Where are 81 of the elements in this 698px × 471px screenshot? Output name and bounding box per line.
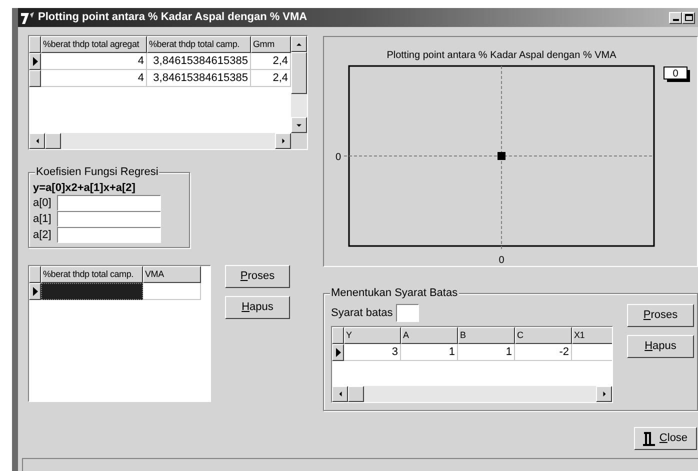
input-field[interactable]	[57, 211, 161, 227]
input-field[interactable]	[57, 227, 161, 243]
maximize-icon	[684, 14, 692, 21]
legend-label: 0	[672, 68, 678, 80]
grid-corner	[29, 266, 41, 283]
table-cell: 1	[401, 344, 458, 361]
column-header[interactable]: %berat thdp total agregat	[41, 36, 147, 53]
table-cell: 3,84615384615385	[147, 53, 251, 70]
maximize-button[interactable]	[682, 12, 695, 24]
column-header[interactable]: %berat thdp total camp.	[41, 266, 143, 283]
scroll-thumb[interactable]	[348, 386, 364, 402]
column-header[interactable]: Y	[344, 327, 401, 344]
horizontal-scrollbar[interactable]	[332, 386, 612, 402]
column-header[interactable]: VMA	[143, 266, 201, 283]
scroll-down-button[interactable]	[291, 117, 307, 133]
table-cell: 3	[344, 344, 401, 361]
action-button[interactable]: Hapus	[627, 335, 694, 358]
data-grid[interactable]: %berat thdp total agregat %berat thdp total camp. Gmm 4 3,84615384615385 2,4 4 3,84615384615385 2,4	[28, 35, 308, 150]
table-cell: 4	[41, 70, 147, 87]
scroll-corner	[291, 133, 307, 149]
column-header[interactable]: A	[401, 327, 458, 344]
table-cell: 3,84615384615385	[147, 70, 251, 87]
table-cell	[143, 283, 201, 300]
scroll-thumb[interactable]	[45, 133, 61, 149]
data-grid[interactable]: Y A B C X1 3 1 1 -2	[331, 326, 613, 403]
right-arrow-icon	[280, 137, 286, 145]
field-label: a[0]	[33, 196, 52, 211]
minimize-icon	[672, 18, 678, 20]
x-tick-label: 0	[498, 255, 504, 266]
app-icon	[20, 10, 36, 24]
data-point	[498, 152, 506, 160]
input-field[interactable]	[396, 304, 419, 322]
scroll-left-button[interactable]	[29, 133, 45, 149]
scroll-right-button[interactable]	[596, 386, 612, 402]
window-title: Plotting point antara % Kadar Aspal dengan % VMA	[38, 10, 308, 26]
action-button[interactable]: Close	[634, 427, 697, 450]
group-title: Menentukan Syarat Batas	[330, 286, 459, 300]
left-arrow-icon	[338, 390, 342, 398]
grid-corner	[29, 36, 41, 53]
table-cell: 4	[41, 53, 147, 70]
y-tick-label: 0	[335, 152, 341, 163]
row-indicator[interactable]	[29, 53, 41, 70]
horizontal-scrollbar[interactable]	[29, 133, 291, 149]
column-header[interactable]: %berat thdp total camp.	[147, 36, 251, 53]
left-arrow-icon	[34, 137, 40, 145]
table-cell: 1	[458, 344, 515, 361]
field-label: a[2]	[33, 228, 52, 243]
field-label: Syarat batas	[331, 306, 393, 321]
table-cell: -2	[515, 344, 572, 361]
up-arrow-icon	[295, 42, 303, 46]
action-button[interactable]: Proses	[225, 265, 290, 288]
scroll-up-button[interactable]	[291, 36, 307, 52]
row-pointer-icon	[32, 287, 38, 296]
formula-text: y=a[0]x2+a[1]x+a[2]	[33, 181, 136, 195]
row-indicator[interactable]	[332, 344, 344, 361]
row-indicator[interactable]	[29, 283, 41, 300]
scroll-right-button[interactable]	[275, 133, 291, 149]
group-title: Koefisien Fungsi Regresi	[35, 165, 160, 179]
column-header[interactable]: Gmm	[251, 36, 291, 53]
door-icon	[643, 432, 656, 446]
down-arrow-icon	[295, 122, 303, 128]
action-button[interactable]: Proses	[627, 304, 694, 327]
column-header[interactable]: C	[515, 327, 572, 344]
vertical-scrollbar[interactable]	[291, 36, 307, 133]
minimize-button[interactable]	[669, 12, 682, 24]
input-field[interactable]	[57, 195, 161, 211]
column-header[interactable]: X1	[572, 327, 612, 344]
action-button[interactable]: Hapus	[225, 296, 290, 319]
row-indicator[interactable]	[29, 70, 41, 87]
column-header[interactable]: B	[458, 327, 515, 344]
grid-corner	[332, 327, 344, 344]
row-pointer-icon	[336, 348, 340, 357]
scroll-left-button[interactable]	[332, 386, 348, 402]
right-arrow-icon	[602, 390, 606, 398]
table-cell: 2,4	[251, 53, 291, 70]
scroll-thumb[interactable]	[291, 52, 307, 94]
chart-title: Plotting point antara % Kadar Aspal dengan % VMA	[386, 50, 616, 61]
data-grid[interactable]: %berat thdp total camp. VMA	[28, 265, 211, 402]
row-pointer-icon	[32, 57, 38, 66]
table-cell: 2,4	[251, 70, 291, 87]
field-label: a[1]	[33, 212, 52, 227]
